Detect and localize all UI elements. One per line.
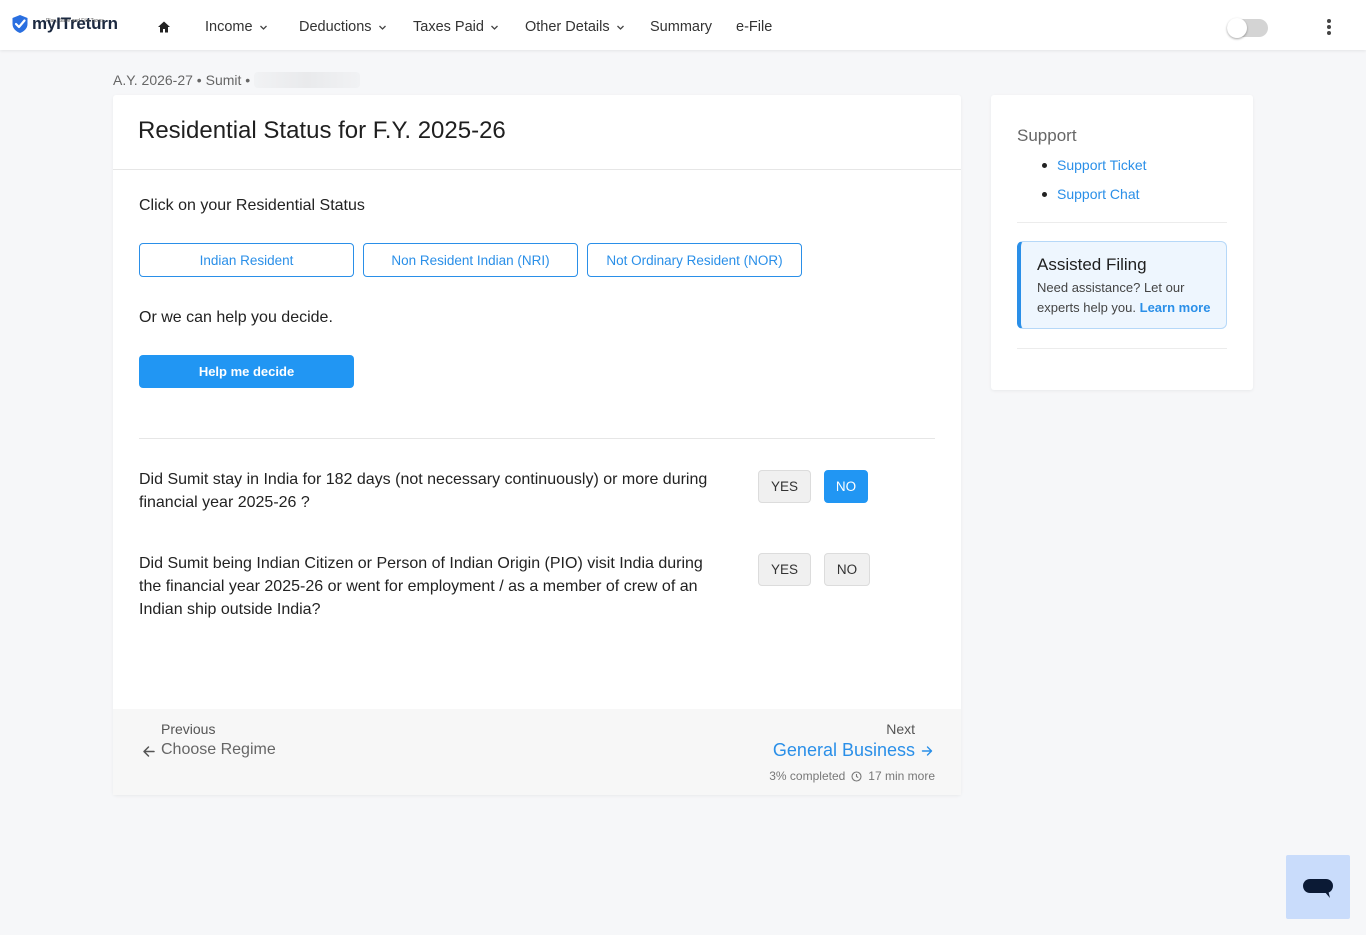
breadcrumb: A.Y. 2026-27 • Sumit • [113,72,361,88]
chat-widget-button[interactable] [1286,855,1350,919]
divider [1017,222,1227,223]
brand-tagline: Plan, Save and File Taxes [46,18,104,24]
chevron-down-icon [259,25,267,30]
brand-name: myITreturn [32,14,118,33]
support-sidebar: Support Support Ticket Support Chat Assi… [991,95,1253,390]
check-shield-icon [12,15,28,33]
chevron-down-icon [378,25,386,30]
nav-summary-label: Summary [650,19,713,35]
question-182-days: Did Sumit stay in India for 182 days (no… [139,471,708,511]
indian-resident-button[interactable]: Indian Resident [139,243,354,277]
support-links: Support Ticket Support Chat [1017,156,1147,214]
question-pio-visit: Did Sumit being Indian Citizen or Person… [139,555,703,618]
top-navbar: myITreturn Plan, Save and File Taxes Inc… [0,0,1366,50]
step-navigation: Previous Choose Regime Next General Busi… [113,709,961,795]
residential-status-card: Residential Status for F.Y. 2025-26 Clic… [113,95,961,795]
nor-button[interactable]: Not Ordinary Resident (NOR) [587,243,802,277]
page-title: Residential Status for F.Y. 2025-26 [138,117,506,144]
previous-step-link[interactable]: Choose Regime [161,741,276,759]
chevron-down-icon [616,25,624,30]
nav-deductions[interactable]: Deductions [299,19,387,36]
nav-other-details-label: Other Details [525,19,610,35]
divider [139,438,935,439]
nav-taxes-paid-label: Taxes Paid [413,19,484,35]
home-icon[interactable] [157,20,171,34]
status-prompt: Click on your Residential Status [139,197,365,214]
learn-more-link[interactable]: Learn more [1140,300,1211,315]
nav-income-label: Income [205,19,253,35]
previous-label: Previous [161,721,216,737]
nav-deductions-label: Deductions [299,19,372,35]
breadcrumb-text: A.Y. 2026-27 • Sumit • [113,72,251,88]
next-step-link[interactable]: General Business [773,740,915,761]
arrow-right-icon[interactable] [921,745,933,757]
more-vertical-icon[interactable] [1320,17,1338,37]
progress-info: 3% completed 17 min more [769,769,935,783]
nav-income[interactable]: Income [205,19,268,36]
next-label: Next [886,721,915,737]
arrow-left-icon[interactable] [142,745,155,758]
divider [113,169,961,170]
q1-no-button[interactable]: NO [824,470,868,503]
assisted-filing-text: Need assistance? Let our experts help yo… [1037,278,1223,317]
q2-no-button[interactable]: NO [824,553,870,586]
toggle-knob [1227,18,1247,38]
support-ticket-link[interactable]: Support Ticket [1017,156,1147,185]
nri-button[interactable]: Non Resident Indian (NRI) [363,243,578,277]
nav-taxes-paid[interactable]: Taxes Paid [413,19,499,36]
chevron-down-icon [490,25,498,30]
nav-efile-label: e-File [736,19,773,35]
theme-toggle[interactable] [1227,18,1268,38]
redacted-pan [254,72,361,88]
nav-efile[interactable]: e-File [736,19,772,36]
clock-icon [851,770,862,782]
q1-yes-button[interactable]: YES [758,470,811,503]
time-remaining: 17 min more [868,769,935,783]
divider [1017,348,1227,349]
q2-yes-button[interactable]: YES [758,553,811,586]
chat-icon [1303,879,1333,898]
nav-other-details[interactable]: Other Details [525,19,625,36]
assisted-filing-box[interactable]: Assisted Filing Need assistance? Let our… [1017,241,1227,329]
support-chat-link[interactable]: Support Chat [1017,185,1147,214]
assisted-filing-title: Assisted Filing [1037,255,1147,274]
nav-summary[interactable]: Summary [650,19,712,36]
support-title: Support [1017,126,1077,145]
help-prompt: Or we can help you decide. [139,309,333,326]
progress-percent: 3% completed [769,769,846,783]
help-me-decide-button[interactable]: Help me decide [139,355,354,388]
